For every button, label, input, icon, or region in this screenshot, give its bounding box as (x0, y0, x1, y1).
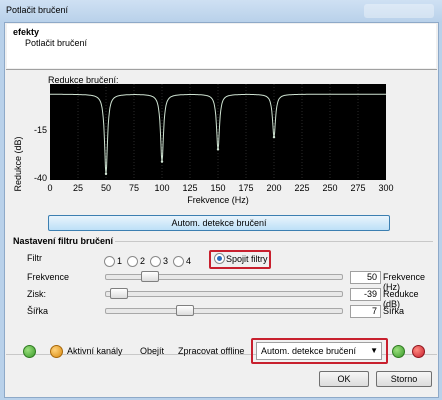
effects-heading: efekty (13, 27, 40, 37)
width-value[interactable]: 7 (350, 305, 381, 318)
x-tick-label: 75 (128, 183, 140, 193)
auto-detect-button[interactable]: Autom. detekce bručení (48, 215, 390, 231)
frequency-slider-thumb[interactable] (141, 271, 159, 282)
frequency-response-plot[interactable] (50, 84, 386, 180)
notch-point[interactable] (104, 172, 108, 176)
x-tick-label: 0 (47, 183, 53, 193)
filter-label: Filtr (27, 253, 42, 263)
slider-label-width: Šířka (27, 306, 49, 316)
radio-filter-3[interactable] (150, 256, 161, 267)
ok-button[interactable]: OK (319, 371, 369, 387)
x-tick-label: 200 (266, 183, 282, 193)
width-unit: Šířka (383, 306, 405, 316)
x-tick-label: 25 (72, 183, 84, 193)
x-tick-label: 250 (322, 183, 338, 193)
notch-point[interactable] (216, 148, 220, 151)
x-tick-label: 275 (350, 183, 366, 193)
frequency-value[interactable]: 50 (350, 271, 381, 284)
chevron-down-icon: ▼ (370, 346, 378, 355)
response-line (50, 93, 386, 174)
width-slider-track[interactable] (105, 308, 343, 314)
x-tick-label: 125 (182, 183, 198, 193)
response-chart (50, 84, 386, 180)
radio-filter-2[interactable] (127, 256, 138, 267)
x-tick-label: 300 (378, 183, 394, 193)
cancel-button[interactable]: Storno (376, 371, 432, 387)
x-tick-label: 150 (210, 183, 226, 193)
add-preset-icon[interactable] (392, 345, 405, 358)
divider (6, 69, 437, 70)
power-icon[interactable] (23, 345, 36, 358)
x-axis-ticks: 0 25 50 75 100 125 150 175 200 225 250 275 300 (47, 183, 393, 195)
radio-label-1: 1 (117, 256, 123, 266)
x-tick-label: 100 (154, 183, 170, 193)
width-slider-thumb[interactable] (176, 305, 194, 316)
x-tick-label: 225 (294, 183, 310, 193)
delete-preset-icon[interactable] (412, 345, 425, 358)
gain-value[interactable]: -39 (350, 288, 381, 301)
gain-slider-track[interactable] (105, 291, 343, 297)
window-controls[interactable] (364, 4, 434, 18)
channels-icon[interactable] (50, 345, 63, 358)
process-offline-label[interactable]: Zpracovat offline (178, 346, 244, 356)
notch-point[interactable] (160, 160, 164, 163)
slider-label-frequency: Frekvence (27, 272, 70, 282)
effects-list-area (207, 24, 436, 68)
gain-slider-thumb[interactable] (110, 288, 128, 299)
effects-list[interactable]: efekty Potlačit bručení (7, 24, 207, 68)
radio-filter-4[interactable] (173, 256, 184, 267)
radio-label-join: Spojit filtry (226, 254, 268, 264)
y-axis-label: Redukce (dB) (13, 136, 23, 192)
window-title: Potlačit bručení (6, 5, 69, 15)
effects-item[interactable]: Potlačit bručení (25, 38, 87, 48)
preset-combo-value: Autom. detekce bručení (261, 346, 357, 356)
slider-label-gain: Zisk: (27, 289, 46, 299)
dialog-body: efekty Potlačit bručení Redukce bručení:… (4, 22, 439, 398)
x-tick-label: 50 (100, 183, 112, 193)
active-channels-label[interactable]: Aktivní kanály (67, 346, 123, 356)
radio-label-2: 2 (140, 256, 146, 266)
notch-point[interactable] (272, 135, 276, 139)
radio-join-filters[interactable] (214, 253, 225, 264)
y-tick-label: -40 (33, 173, 47, 183)
radio-filter-1[interactable] (104, 256, 115, 267)
section-divider (115, 241, 433, 242)
title-bar: Potlačit bručení (0, 0, 442, 22)
x-axis-label: Frekvence (Hz) (187, 195, 249, 205)
radio-label-3: 3 (163, 256, 169, 266)
radio-label-4: 4 (186, 256, 192, 266)
bypass-label[interactable]: Obejít (140, 346, 164, 356)
filter-settings-title: Nastavení filtru bručení (13, 236, 114, 246)
y-tick-label: -15 (33, 125, 47, 135)
preset-combo[interactable]: Autom. detekce bručení ▼ (256, 342, 382, 360)
x-tick-label: 175 (238, 183, 254, 193)
